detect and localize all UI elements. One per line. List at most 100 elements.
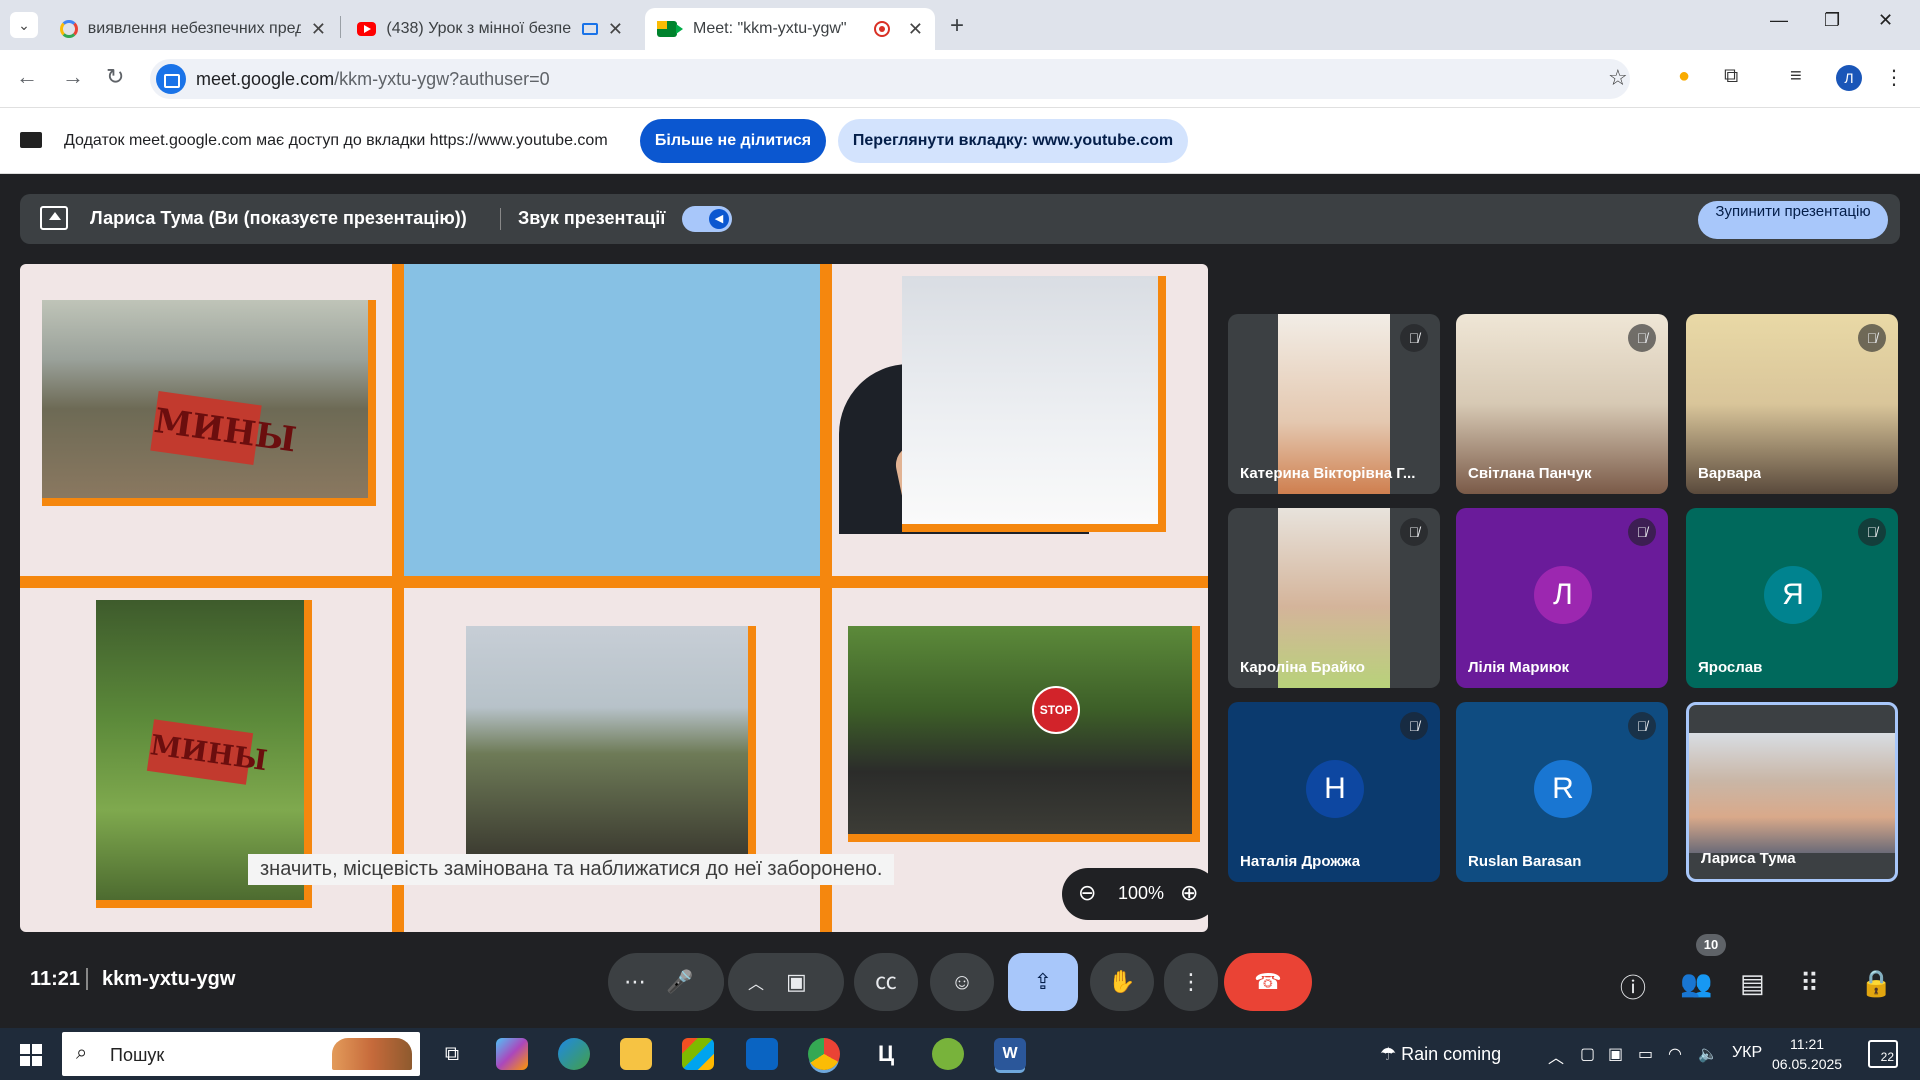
controls-divider bbox=[86, 968, 88, 990]
restore-icon[interactable]: ❐ bbox=[1824, 10, 1840, 31]
input-language[interactable]: УКР bbox=[1732, 1044, 1762, 1062]
back-icon[interactable]: ← bbox=[16, 64, 38, 90]
tab-title: Meet: "kkm-yxtu-ygw" bbox=[693, 20, 847, 37]
forest-path-stop-photo: STOP bbox=[848, 626, 1200, 842]
host-controls-lock-icon[interactable]: 🔒 bbox=[1860, 968, 1892, 999]
profile-avatar[interactable]: Л bbox=[1836, 65, 1862, 91]
camera-icon[interactable]: ▣ bbox=[786, 953, 844, 1011]
tab-meet[interactable]: Meet: "kkm-yxtu-ygw" ✕ bbox=[645, 8, 935, 50]
microsoft-store-icon[interactable] bbox=[682, 1038, 714, 1070]
chrome-icon[interactable] bbox=[808, 1038, 840, 1070]
banner-divider bbox=[500, 208, 501, 230]
close-icon[interactable]: ✕ bbox=[311, 19, 326, 40]
close-icon[interactable]: ✕ bbox=[908, 19, 923, 40]
participant-avatar: Л bbox=[1534, 566, 1592, 624]
site-info-icon[interactable] bbox=[156, 64, 186, 94]
present-button[interactable]: ⇪ bbox=[1008, 953, 1078, 1011]
clock-time: 11:21 bbox=[1790, 1036, 1825, 1052]
minimize-icon[interactable]: — bbox=[1770, 10, 1788, 31]
presentation-audio-toggle[interactable]: ◀ bbox=[682, 206, 732, 232]
microphone-icon[interactable]: 🎤 bbox=[666, 953, 724, 1011]
copilot-icon[interactable] bbox=[496, 1038, 528, 1070]
participant-name: Ruslan Barasan bbox=[1468, 853, 1582, 870]
leave-call-button[interactable]: ☎ bbox=[1224, 953, 1312, 1011]
activities-grid-icon[interactable]: ⠿ bbox=[1800, 968, 1819, 999]
forward-icon[interactable]: → bbox=[62, 64, 84, 90]
tab-youtube[interactable]: (438) Урок з мінної безпек ✕ bbox=[345, 8, 635, 50]
tray-icon[interactable]: ▣ bbox=[1608, 1044, 1623, 1064]
presenter-label: Лариса Тума (Ви (показуєте презентацію)) bbox=[90, 208, 467, 228]
media-control-icon[interactable]: ≡ bbox=[1790, 65, 1802, 88]
edge-icon[interactable] bbox=[558, 1038, 590, 1070]
extensions-puzzle-icon[interactable]: ⧉ bbox=[1724, 65, 1738, 88]
notification-center-icon[interactable]: 22 bbox=[1868, 1040, 1898, 1068]
url-text[interactable]: meet.google.com/kkm-yxtu-ygw?authuser=0 bbox=[196, 69, 550, 90]
tab-sharing-bar: Додаток meet.google.com має доступ до вк… bbox=[0, 108, 1920, 174]
tab-divider bbox=[340, 16, 341, 38]
participant-tile-self[interactable]: Лариса Тума bbox=[1686, 702, 1898, 882]
more-audio-options-icon[interactable]: ⋯ bbox=[624, 969, 646, 994]
outlook-icon[interactable] bbox=[746, 1038, 778, 1070]
people-icon[interactable]: 👥 bbox=[1680, 968, 1712, 999]
participant-avatar: Н bbox=[1306, 760, 1364, 818]
window-close-icon[interactable]: ✕ bbox=[1878, 10, 1893, 31]
chat-icon[interactable]: ▤ bbox=[1740, 968, 1765, 999]
participant-name: Лілія Мариюк bbox=[1468, 659, 1570, 676]
video-subtitle: значить, місцевість замінована та наближ… bbox=[248, 854, 895, 885]
search-icon: ⌕ bbox=[76, 1042, 88, 1064]
youtube-icon bbox=[357, 22, 377, 36]
participant-name: Лариса Тума bbox=[1701, 850, 1796, 867]
meeting-info-icon[interactable]: ⓘ bbox=[1620, 968, 1646, 1005]
word-icon[interactable]: W bbox=[994, 1038, 1026, 1070]
stop-sharing-button[interactable]: Більше не ділитися bbox=[640, 119, 826, 163]
participant-tile[interactable]: 🎙̸ Кароліна Брайко bbox=[1228, 508, 1440, 688]
recording-icon bbox=[873, 21, 890, 37]
windows-start-icon[interactable] bbox=[20, 1044, 42, 1066]
view-tab-button[interactable]: Переглянути вкладку: www.youtube.com bbox=[838, 119, 1188, 163]
chevron-up-icon[interactable]: ︿ bbox=[1548, 1044, 1564, 1068]
participant-tile[interactable]: 🎙̸ Світлана Панчук bbox=[1456, 314, 1668, 494]
taskbar-search[interactable]: ⌕ Пошук bbox=[62, 1032, 420, 1076]
bookmark-star-icon[interactable]: ☆ bbox=[1608, 65, 1628, 91]
stop-presenting-button[interactable]: Зупинити презентацію bbox=[1698, 201, 1888, 239]
chevron-up-icon[interactable]: ︿ bbox=[748, 976, 764, 993]
participant-tile[interactable]: 🎙̸ Варвара bbox=[1686, 314, 1898, 494]
tray-icon[interactable]: ▢ bbox=[1580, 1044, 1595, 1064]
close-icon[interactable]: ✕ bbox=[608, 19, 623, 40]
meet-icon bbox=[657, 21, 683, 37]
browser-menu-icon[interactable]: ⋮ bbox=[1884, 65, 1904, 90]
participant-tile[interactable]: 🎙̸ Катерина Вікторівна Г... bbox=[1228, 314, 1440, 494]
reload-icon[interactable]: ↻ bbox=[106, 64, 124, 90]
utorrent-icon[interactable] bbox=[932, 1038, 964, 1070]
taskbar-clock[interactable]: 11:21 06.05.2025 bbox=[1772, 1034, 1842, 1074]
captions-button[interactable]: ㏄ bbox=[854, 953, 918, 1011]
slide-divider bbox=[392, 264, 404, 932]
more-options-button[interactable]: ⋮ bbox=[1164, 953, 1218, 1011]
volume-icon[interactable]: 🔈 bbox=[1698, 1044, 1718, 1064]
extension-icon[interactable]: ● bbox=[1678, 65, 1690, 88]
raise-hand-button[interactable]: ✋ bbox=[1090, 953, 1154, 1011]
instructor-video bbox=[404, 264, 1089, 576]
meeting-code: kkm-yxtu-ygw bbox=[102, 968, 236, 990]
task-view-icon[interactable]: ⧉ bbox=[436, 1038, 468, 1070]
reactions-button[interactable]: ☺ bbox=[930, 953, 994, 1011]
file-explorer-icon[interactable] bbox=[620, 1038, 652, 1070]
weather-widget[interactable]: ☂ Rain coming bbox=[1380, 1044, 1501, 1065]
tab-search-dropdown[interactable]: ⌄ bbox=[10, 12, 38, 38]
new-tab-button[interactable]: + bbox=[950, 12, 964, 40]
participant-tile[interactable]: Н 🎙̸ Наталія Дрожжа bbox=[1228, 702, 1440, 882]
mic-off-icon: 🎙̸ bbox=[1400, 712, 1428, 740]
zoom-out-icon[interactable]: ⊖ bbox=[1078, 880, 1096, 906]
app-icon[interactable]: Ц bbox=[870, 1038, 902, 1070]
tab-google-search[interactable]: виявлення небезпечних пред ✕ bbox=[48, 8, 338, 50]
wifi-icon[interactable]: ◠ bbox=[1668, 1044, 1682, 1064]
participant-tile[interactable]: Я 🎙̸ Ярослав bbox=[1686, 508, 1898, 688]
participant-tile[interactable]: R 🎙̸ Ruslan Barasan bbox=[1456, 702, 1668, 882]
stop-sign: STOP bbox=[1032, 686, 1080, 734]
battery-icon[interactable]: ▭ bbox=[1638, 1044, 1653, 1064]
zoom-in-icon[interactable]: ⊕ bbox=[1180, 880, 1198, 906]
tab-title: виявлення небезпечних пред bbox=[87, 20, 301, 37]
participant-tile[interactable]: Л 🎙̸ Лілія Мариюк bbox=[1456, 508, 1668, 688]
mic-off-icon: 🎙̸ bbox=[1858, 324, 1886, 352]
omnibox[interactable]: meet.google.com/kkm-yxtu-ygw?authuser=0 bbox=[150, 59, 1630, 99]
